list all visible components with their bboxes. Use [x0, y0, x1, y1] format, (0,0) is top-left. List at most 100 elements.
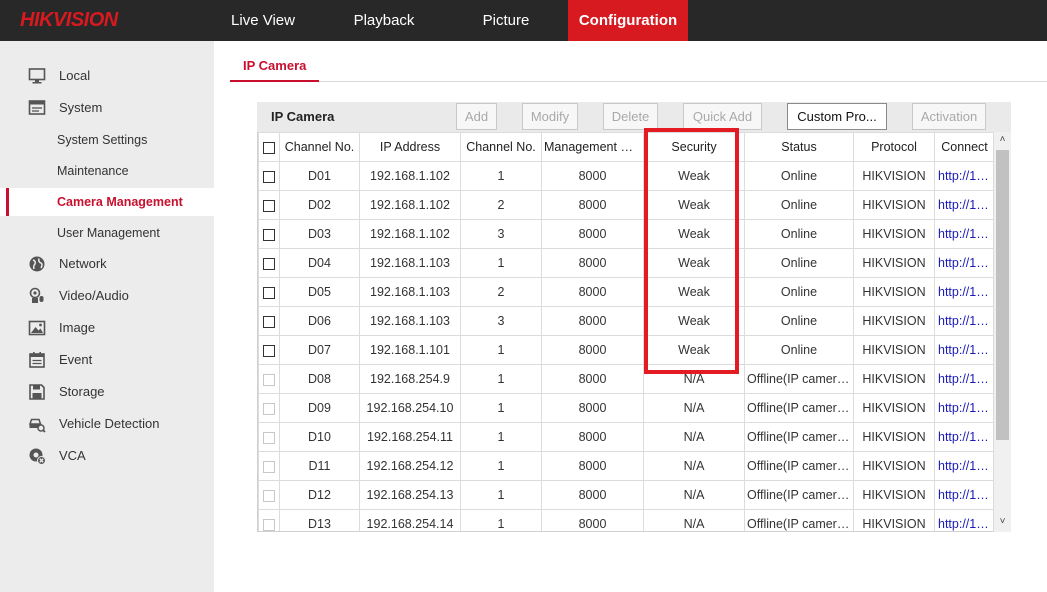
cell-status: Online: [744, 335, 854, 365]
cell-protocol: HIKVISION: [853, 364, 935, 394]
table-scrollbar[interactable]: ˄ ˅: [993, 132, 1011, 532]
cell-connect[interactable]: http://19...: [934, 161, 995, 191]
cell-ip-address: 192.168.254.11: [359, 422, 461, 452]
row-checkbox[interactable]: [263, 489, 275, 502]
row-select-cell[interactable]: [258, 451, 280, 481]
row-checkbox[interactable]: [263, 315, 275, 328]
row-checkbox[interactable]: [263, 228, 275, 241]
row-checkbox[interactable]: [263, 402, 275, 415]
table-row[interactable]: D02 192.168.1.102 2 8000 Weak Online HIKVISION…: [258, 190, 995, 220]
cell-connect[interactable]: http://19...: [934, 248, 995, 278]
table-row[interactable]: D01 192.168.1.102 1 8000 Weak Online HIKVISION…: [258, 161, 995, 191]
sidebar-item-camera-management[interactable]: Camera Management: [0, 188, 214, 216]
table-row[interactable]: D09 192.168.254.10 1 8000 N/A Offline(IP came…: [258, 393, 995, 423]
cell-connect[interactable]: http://19...: [934, 335, 995, 365]
cell-management-port: 8000: [541, 190, 644, 220]
sidebar-item-vca[interactable]: VCA: [0, 442, 214, 470]
cell-channel-no-2: 1: [460, 248, 542, 278]
row-select-cell[interactable]: [258, 393, 280, 423]
cell-connect[interactable]: http://19...: [934, 451, 995, 481]
custom-protocol-button[interactable]: Custom Pro...: [787, 103, 887, 130]
table-row[interactable]: D13 192.168.254.14 1 8000 N/A Offline(IP came…: [258, 509, 995, 531]
cell-connect[interactable]: http://19...: [934, 422, 995, 452]
nav-configuration[interactable]: Configuration: [568, 0, 688, 41]
nav-picture[interactable]: Picture: [456, 0, 556, 41]
row-select-cell[interactable]: [258, 248, 280, 278]
calendar-icon: [29, 352, 45, 368]
cell-status: Online: [744, 219, 854, 249]
sidebar-item-label: User Management: [57, 226, 160, 240]
cell-connect[interactable]: http://19...: [934, 190, 995, 220]
row-select-cell[interactable]: [258, 335, 280, 365]
row-select-cell[interactable]: [258, 364, 280, 394]
row-select-cell[interactable]: [258, 306, 280, 336]
add-button[interactable]: Add: [456, 103, 497, 130]
table-row[interactable]: D08 192.168.254.9 1 8000 N/A Offline(IP camer…: [258, 364, 995, 394]
row-checkbox[interactable]: [263, 431, 275, 444]
table-row[interactable]: D10 192.168.254.11 1 8000 N/A Offline(IP came…: [258, 422, 995, 452]
sidebar-item-vehicle-detection[interactable]: Vehicle Detection: [0, 410, 214, 438]
row-checkbox[interactable]: [263, 257, 275, 270]
row-select-cell[interactable]: [258, 219, 280, 249]
row-select-cell[interactable]: [258, 161, 280, 191]
row-select-cell[interactable]: [258, 509, 280, 531]
cell-connect[interactable]: http://19...: [934, 277, 995, 307]
cell-security: N/A: [643, 451, 745, 481]
table-row[interactable]: D03 192.168.1.102 3 8000 Weak Online HIKVISION…: [258, 219, 995, 249]
cell-management-port: 8000: [541, 219, 644, 249]
cell-connect[interactable]: http://19...: [934, 306, 995, 336]
table-row[interactable]: D07 192.168.1.101 1 8000 Weak Online HIKVISION…: [258, 335, 995, 365]
sidebar-item-local[interactable]: Local: [0, 62, 214, 90]
nav-playback[interactable]: Playback: [334, 0, 434, 41]
row-checkbox[interactable]: [263, 344, 275, 357]
table-row[interactable]: D11 192.168.254.12 1 8000 N/A Offline(IP came…: [258, 451, 995, 481]
sidebar-item-image[interactable]: Image: [0, 314, 214, 342]
sidebar-item-label: VCA: [59, 448, 86, 463]
cell-connect[interactable]: http://19...: [934, 219, 995, 249]
table-row[interactable]: D06 192.168.1.103 3 8000 Weak Online HIKVISION…: [258, 306, 995, 336]
row-select-cell[interactable]: [258, 480, 280, 510]
sidebar-item-event[interactable]: Event: [0, 346, 214, 374]
sidebar-item-system-settings[interactable]: System Settings: [0, 126, 214, 154]
select-all-cell[interactable]: [258, 132, 280, 162]
tab-ip-camera[interactable]: IP Camera: [230, 52, 320, 82]
cell-connect[interactable]: http://19...: [934, 364, 995, 394]
cell-channel-no-2: 1: [460, 364, 542, 394]
sidebar-item-maintenance[interactable]: Maintenance: [0, 157, 214, 185]
scroll-down-arrow-icon[interactable]: ˅: [994, 516, 1011, 530]
nav-live-view[interactable]: Live View: [213, 0, 313, 41]
cell-ip-address: 192.168.254.14: [359, 509, 461, 531]
cell-management-port: 8000: [541, 161, 644, 191]
sidebar-item-network[interactable]: Network: [0, 250, 214, 278]
cell-channel-no-2: 2: [460, 190, 542, 220]
row-select-cell[interactable]: [258, 277, 280, 307]
scroll-up-arrow-icon[interactable]: ˄: [994, 134, 1011, 148]
row-select-cell[interactable]: [258, 190, 280, 220]
row-checkbox[interactable]: [263, 518, 275, 531]
modify-button[interactable]: Modify: [522, 103, 578, 130]
row-checkbox[interactable]: [263, 170, 275, 183]
row-checkbox[interactable]: [263, 460, 275, 473]
row-checkbox[interactable]: [263, 286, 275, 299]
sidebar-item-user-management[interactable]: User Management: [0, 219, 214, 247]
sidebar-item-storage[interactable]: Storage: [0, 378, 214, 406]
select-all-checkbox[interactable]: [263, 141, 275, 154]
column-header-security: Security: [643, 132, 745, 162]
table-row[interactable]: D05 192.168.1.103 2 8000 Weak Online HIKVISION…: [258, 277, 995, 307]
sidebar-item-system[interactable]: System: [0, 94, 214, 122]
table-row[interactable]: D04 192.168.1.103 1 8000 Weak Online HIKVISION…: [258, 248, 995, 278]
row-select-cell[interactable]: [258, 422, 280, 452]
scrollbar-thumb[interactable]: [996, 150, 1009, 440]
delete-button[interactable]: Delete: [603, 103, 658, 130]
cell-connect[interactable]: http://19...: [934, 509, 995, 531]
sidebar-item-video-audio[interactable]: Video/Audio: [0, 282, 214, 310]
cell-connect[interactable]: http://19...: [934, 480, 995, 510]
activation-button[interactable]: Activation: [912, 103, 986, 130]
row-checkbox[interactable]: [263, 199, 275, 212]
column-header-status: Status: [744, 132, 854, 162]
cell-connect[interactable]: http://19...: [934, 393, 995, 423]
row-checkbox[interactable]: [263, 373, 275, 386]
quick-add-button[interactable]: Quick Add: [683, 103, 762, 130]
table-row[interactable]: D12 192.168.254.13 1 8000 N/A Offline(IP came…: [258, 480, 995, 510]
cell-ip-address: 192.168.1.102: [359, 219, 461, 249]
